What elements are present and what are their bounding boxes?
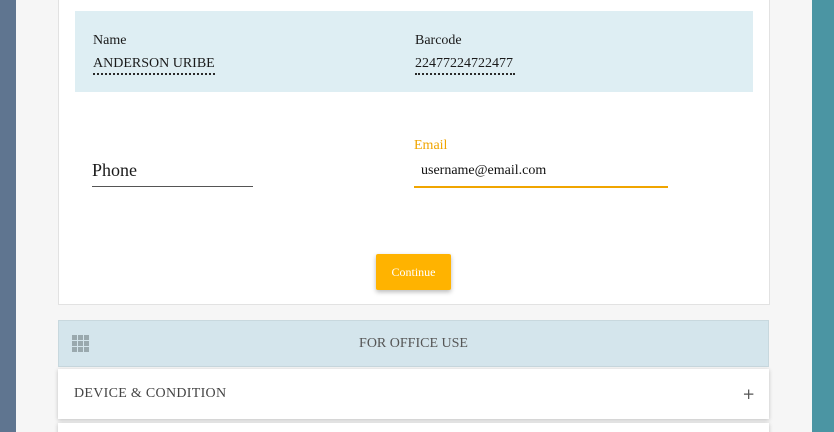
- name-label: Name: [93, 33, 127, 48]
- office-use-bar: FOR OFFICE USE: [58, 320, 769, 367]
- continue-button[interactable]: Continue: [376, 254, 451, 290]
- phone-label: Phone: [92, 150, 253, 187]
- email-input[interactable]: [414, 156, 668, 188]
- office-use-title: FOR OFFICE USE: [359, 336, 468, 351]
- email-field: Email: [414, 138, 668, 188]
- page-content: Name ANDERSON URIBE Barcode 224772247224…: [16, 0, 812, 432]
- device-condition-title: DEVICE & CONDITION: [74, 386, 227, 401]
- next-accordion-panel[interactable]: [58, 423, 769, 432]
- expand-plus-icon[interactable]: +: [742, 369, 755, 419]
- phone-field[interactable]: Phone: [92, 150, 253, 187]
- barcode-label: Barcode: [415, 33, 462, 48]
- device-condition-accordion[interactable]: DEVICE & CONDITION +: [58, 369, 769, 419]
- name-value: ANDERSON URIBE: [93, 56, 215, 75]
- right-frame: [812, 0, 834, 432]
- customer-form-card: Name ANDERSON URIBE Barcode 224772247224…: [58, 0, 770, 305]
- email-label: Email: [414, 138, 448, 153]
- customer-info-band: Name ANDERSON URIBE Barcode 224772247224…: [75, 11, 753, 92]
- barcode-value: 22477224722477: [415, 56, 515, 75]
- left-frame: [0, 0, 16, 432]
